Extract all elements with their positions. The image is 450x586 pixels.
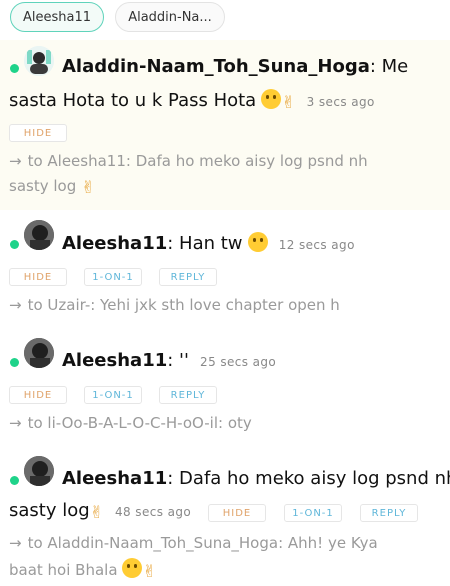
- avatar[interactable]: [24, 220, 54, 250]
- reply-to-text: sasty log: [9, 177, 77, 195]
- message-time: 25 secs ago: [200, 355, 277, 369]
- reply-button[interactable]: REPLY: [159, 386, 217, 404]
- online-dot-icon: [10, 64, 19, 73]
- one-on-one-button[interactable]: 1-ON-1: [284, 504, 342, 522]
- reply-to-text: to Uzair-: Yehi jxk sth love chapter ope…: [27, 296, 340, 314]
- one-on-one-button[interactable]: 1-ON-1: [84, 386, 142, 404]
- sender-name[interactable]: Aladdin-Naam_Toh_Suna_Hoga: [62, 56, 370, 77]
- victory-hand-icon: ✌: [81, 178, 96, 198]
- avatar-image-icon: [24, 220, 54, 250]
- hide-button[interactable]: HIDE: [9, 268, 67, 286]
- online-dot-icon: [10, 476, 19, 485]
- colon: :: [369, 56, 382, 77]
- victory-hand-icon: ✌: [89, 503, 104, 523]
- colon: :: [167, 233, 180, 254]
- message-text: Me: [381, 56, 409, 77]
- chat-message: Aleesha11: Han tw 12 secs ago HIDE 1-ON-…: [0, 212, 450, 322]
- victory-hand-icon: ✌: [142, 562, 157, 582]
- reply-to-text: to Aladdin-Naam_Toh_Suna_Hoga: Ahh! ye K…: [27, 534, 378, 552]
- avatar[interactable]: [24, 456, 54, 486]
- chat-message: Aleesha11: Dafa ho meko aisy log psnd nh…: [0, 448, 450, 586]
- message-text: '': [179, 350, 189, 371]
- one-on-one-button[interactable]: 1-ON-1: [84, 268, 142, 286]
- arrow-right-icon: →: [9, 534, 22, 552]
- avatar[interactable]: [24, 46, 54, 76]
- grin-emoji-icon: [122, 558, 143, 578]
- message-text: Han tw: [179, 233, 243, 254]
- arrow-right-icon: →: [9, 296, 22, 314]
- chat-message: Aladdin-Naam_Toh_Suna_Hoga: Me sasta Hot…: [0, 40, 450, 210]
- reply-button[interactable]: REPLY: [360, 504, 418, 522]
- smirk-emoji-icon: [261, 89, 282, 109]
- message-time: 48 secs ago: [115, 505, 192, 519]
- colon: :: [167, 350, 180, 371]
- victory-hand-icon: ✌: [281, 93, 296, 113]
- message-time: 3 secs ago: [306, 95, 375, 109]
- sender-name[interactable]: Aleesha11: [62, 468, 167, 489]
- message-text: Dafa ho meko aisy log psnd nh: [179, 468, 450, 489]
- avatar-image-icon: [24, 46, 54, 76]
- tab-aleesha11[interactable]: Aleesha11: [10, 2, 104, 32]
- reply-context-cont: sasty log ✌: [9, 177, 95, 198]
- tab-aladdin[interactable]: Aladdin-Na...: [115, 2, 225, 32]
- chat-message: Aleesha11: '' 25 secs ago HIDE 1-ON-1 RE…: [0, 330, 450, 440]
- online-dot-icon: [10, 358, 19, 367]
- reply-context: → to Aladdin-Naam_Toh_Suna_Hoga: Ahh! ye …: [9, 534, 378, 552]
- arrow-right-icon: →: [9, 414, 22, 432]
- reply-context: → to Aleesha11: Dafa ho meko aisy log psn…: [9, 152, 368, 170]
- wink-emoji-icon: [247, 232, 268, 252]
- message-text: sasty log: [9, 500, 90, 521]
- hide-button[interactable]: HIDE: [208, 504, 266, 522]
- reply-context: → to li-Oo-B-A-L-O-C-H-oO-il: oty: [9, 414, 252, 432]
- hide-button[interactable]: HIDE: [9, 124, 67, 142]
- avatar-image-icon: [24, 456, 54, 486]
- room-tabs: Aleesha11 Aladdin-Na...: [8, 2, 448, 34]
- sender-name[interactable]: Aleesha11: [62, 350, 167, 371]
- arrow-right-icon: →: [9, 152, 22, 170]
- sender-name[interactable]: Aleesha11: [62, 233, 167, 254]
- colon: :: [167, 468, 180, 489]
- reply-to-text: baat hoi Bhala: [9, 561, 118, 579]
- reply-to-text: to li-Oo-B-A-L-O-C-H-oO-il: oty: [27, 414, 252, 432]
- message-time: 12 secs ago: [278, 238, 355, 252]
- message-text: sasta Hota to u k Pass Hota: [9, 90, 257, 111]
- hide-button[interactable]: HIDE: [9, 386, 67, 404]
- reply-context: → to Uzair-: Yehi jxk sth love chapter op…: [9, 296, 340, 314]
- online-dot-icon: [10, 240, 19, 249]
- avatar-image-icon: [24, 338, 54, 368]
- reply-button[interactable]: REPLY: [159, 268, 217, 286]
- avatar[interactable]: [24, 338, 54, 368]
- reply-to-text: to Aleesha11: Dafa ho meko aisy log psnd…: [27, 152, 368, 170]
- reply-context-cont: baat hoi Bhala ✌: [9, 558, 157, 582]
